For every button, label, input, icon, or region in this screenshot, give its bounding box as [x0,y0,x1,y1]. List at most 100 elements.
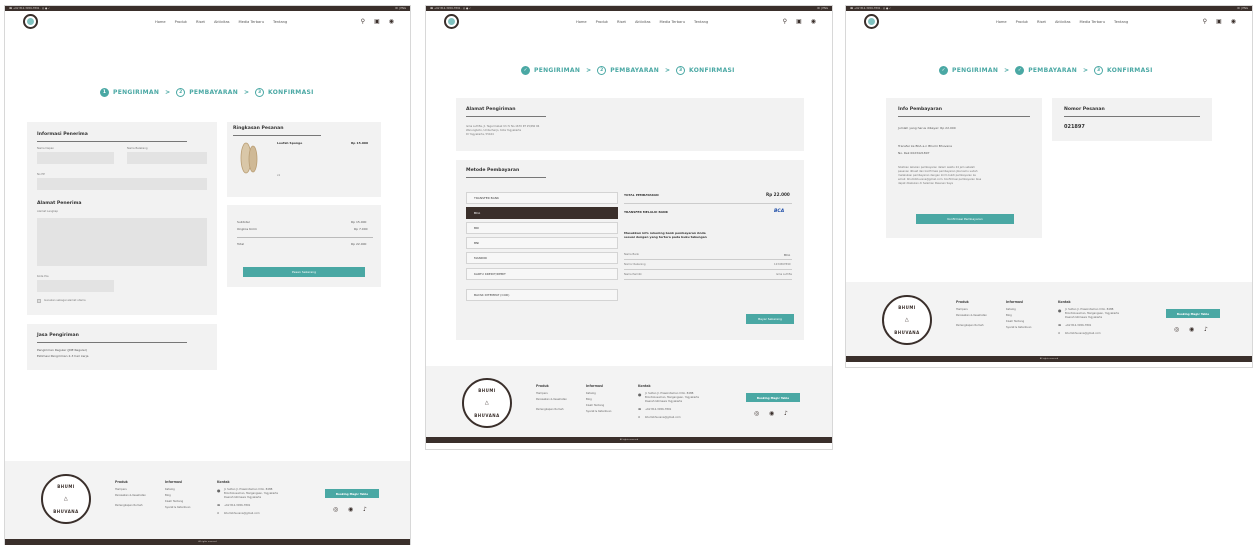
payment-option-bni[interactable]: BNI [466,237,618,249]
tiktok-icon[interactable]: ♪ [1204,326,1208,333]
divider [237,237,373,238]
nav-riset[interactable]: Riset [617,20,626,24]
cart-icon[interactable]: ▣ [1216,18,1222,25]
account-icon[interactable]: ◉ [389,18,394,25]
phone-input[interactable] [37,178,207,190]
footer-link-katalog[interactable]: Katalog [586,392,596,395]
footer-link-katalog[interactable]: Katalog [165,488,175,491]
recipient-info-title: Informasi Penerima [37,132,88,137]
nav-produk[interactable]: Produk [596,20,608,24]
tiktok-icon[interactable]: ♪ [784,410,788,417]
booking-magic-table-button[interactable]: Booking Magic Table [325,489,379,498]
account-number-label: Nomor Rekening [624,263,646,266]
facebook-icon[interactable]: ◉ [1189,326,1194,333]
full-address-textarea[interactable] [37,218,207,266]
footer-link-blog[interactable]: Blog [1006,314,1012,317]
nav-home[interactable]: Home [996,20,1007,24]
footer-link-hampers[interactable]: Hampers [956,308,968,311]
booking-magic-table-button[interactable]: Booking Magic Table [1166,309,1220,318]
brand-logo[interactable] [23,14,38,29]
footer-link-perlengkapan[interactable]: Perlengkapan Rumah [956,324,984,327]
address-line-1: Isma Luthfia, Jl. Tegal Cabak Uh IV No.1… [466,125,540,128]
nav-tentang[interactable]: Tentang [694,20,708,24]
account-number-value[interactable]: 1234567890 [774,263,791,266]
nav-media-terbaru[interactable]: Media Terbaru [660,20,685,24]
payment-option-cod[interactable]: BAYAR DITEMPAT (COD) [466,289,618,301]
nav-produk[interactable]: Produk [1016,20,1028,24]
nav-tentang[interactable]: Tentang [273,20,287,24]
footer-link-blog[interactable]: Blog [165,494,171,497]
nav-media-terbaru[interactable]: Media Terbaru [239,20,264,24]
search-icon[interactable]: ⚲ [1203,18,1207,25]
tiktok-icon[interactable]: ♪ [363,506,367,513]
nav-tentang[interactable]: Tentang [1114,20,1128,24]
instagram-icon[interactable]: ◎ [333,506,338,513]
subtotal-label: Subtotal [237,220,250,224]
nav-home[interactable]: Home [576,20,587,24]
footer-link-perlengkapan[interactable]: Perlengkapan Rumah [536,408,564,411]
nav-aktivitas[interactable]: Aktivitas [214,20,230,24]
footer-link-syarat[interactable]: Syarat & Ketentuan [586,410,611,413]
footer-link-perawatan[interactable]: Perawatan & Kesehatan [115,494,149,497]
footer-link-perawatan[interactable]: Perawatan & Kesehatan [956,314,990,317]
footer-produk-title: Produk [115,480,128,484]
nav-riset[interactable]: Riset [196,20,205,24]
booking-magic-table-button[interactable]: Booking Magic Table [746,393,800,402]
footer-link-blog[interactable]: Blog [586,398,592,401]
footer-link-katalog[interactable]: Katalog [1006,308,1016,311]
nav-aktivitas[interactable]: Aktivitas [1055,20,1071,24]
instruction-line-2: sesuai dengan yang tertera pada buku tab… [624,235,707,239]
brand-logo[interactable] [864,14,879,29]
first-name-input[interactable] [37,152,114,164]
payment-option-credit-card[interactable]: KARTU KREDIT/DEBIT [466,268,618,280]
step-2-done-indicator: ✓ [1015,66,1025,75]
default-address-checkbox[interactable] [37,299,41,303]
payment-option-mandiri[interactable]: MANDIRI [466,252,618,264]
footer-link-hampers[interactable]: Hampers [536,392,548,395]
footer-link-perlengkapan[interactable]: Perlengkapan Rumah [115,504,143,507]
badge-top-text: BHUMI [898,305,916,310]
footer-link-kisah[interactable]: Kisah Tentang [165,500,183,503]
order-now-button[interactable]: Pesan Sekarang [243,267,365,277]
postal-code-input[interactable] [37,280,114,292]
nav-riset[interactable]: Riset [1037,20,1046,24]
footer-address-3: Daerah Istimewa Yogyakarta [1065,316,1103,319]
instagram-icon[interactable]: ◎ [754,410,759,417]
nav-media-terbaru[interactable]: Media Terbaru [1080,20,1105,24]
footer-link-syarat[interactable]: Syarat & Ketentuan [165,506,190,509]
cart-icon[interactable]: ▣ [796,18,802,25]
footer-link-syarat[interactable]: Syarat & Ketentuan [1006,326,1031,329]
footer-link-hampers[interactable]: Hampers [115,488,127,491]
instagram-icon[interactable]: ◎ [1174,326,1179,333]
confirm-payment-button[interactable]: Konfirmasi Pembayaran [916,214,1014,224]
pay-now-button[interactable]: Bayar Sekarang [746,314,794,324]
mail-icon: ✉ [1058,332,1061,335]
search-icon[interactable]: ⚲ [783,18,787,25]
footer-link-kisah[interactable]: Kisah Tentang [586,404,604,407]
search-icon[interactable]: ⚲ [361,18,365,25]
account-owner-value[interactable]: Isma Luthfia [776,273,792,276]
recipient-form-card: Informasi Penerima Nama Depan Nama Belak… [27,122,217,315]
bank-name-value[interactable]: BCA [784,253,790,257]
facebook-icon[interactable]: ◉ [348,506,353,513]
brand-logo[interactable] [444,14,459,29]
payment-option-transfer-bank[interactable]: TRANSFER BANK [466,192,618,204]
cart-icon[interactable]: ▣ [374,18,380,25]
footer-link-kisah[interactable]: Kisah Tentang [1006,320,1024,323]
site-footer: BHUMI △ BHUVANA Produk Hampers Perawatan… [846,282,1252,360]
last-name-input[interactable] [127,152,207,164]
footer-phone: +62 812-3456-7891 [224,504,251,507]
payment-option-bca[interactable]: BCA [466,207,618,219]
footer-email: bhumibhuvana@gmail.com [1065,332,1101,335]
step-3-indicator: 3 [1094,66,1104,75]
account-icon[interactable]: ◉ [811,18,816,25]
nav-home[interactable]: Home [155,20,166,24]
payment-option-bri[interactable]: BRI [466,222,618,234]
payment-note-line-1: Silahkan lakukan pembayaran dalam waktu … [898,166,975,169]
footer-link-perawatan[interactable]: Perawatan & Kesehatan [536,398,570,401]
facebook-icon[interactable]: ◉ [769,410,774,417]
nav-aktivitas[interactable]: Aktivitas [635,20,651,24]
shipping-address-title: Alamat Pengiriman [466,107,516,112]
nav-produk[interactable]: Produk [175,20,187,24]
account-icon[interactable]: ◉ [1231,18,1236,25]
